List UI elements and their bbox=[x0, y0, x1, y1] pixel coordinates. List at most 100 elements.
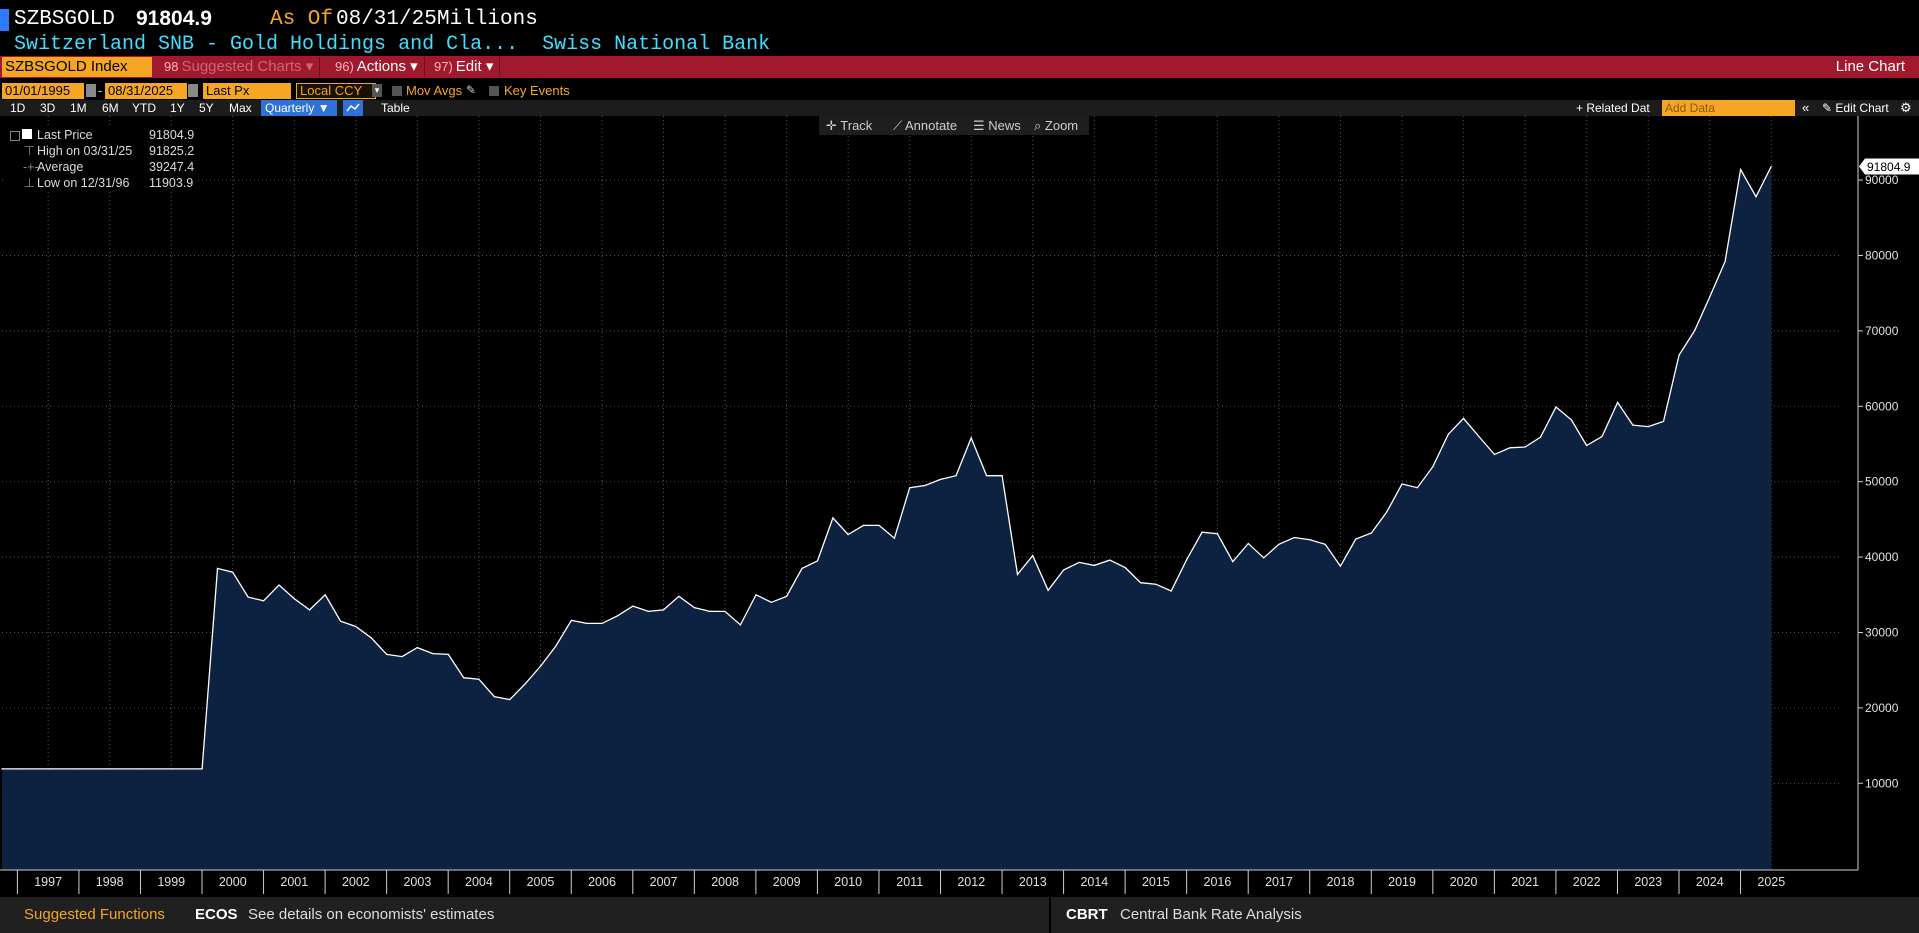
data-point bbox=[1324, 543, 1326, 545]
x-tick-label: 1997 bbox=[34, 875, 62, 889]
ecos-description[interactable]: See details on economists' estimates bbox=[248, 897, 494, 933]
period-6m[interactable]: 6M bbox=[102, 100, 119, 116]
mov-avgs-label[interactable]: Mov Avgs bbox=[406, 83, 462, 99]
x-tick-label: 2004 bbox=[465, 875, 493, 889]
actions-button[interactable]: 96) Actions ▾ bbox=[329, 57, 425, 77]
y-tick-label: 70000 bbox=[1865, 324, 1899, 338]
period-3d[interactable]: 3D bbox=[40, 100, 55, 116]
data-point bbox=[1401, 483, 1403, 485]
start-calendar-icon[interactable] bbox=[86, 84, 96, 97]
data-point bbox=[1339, 565, 1341, 567]
x-tick-label: 2012 bbox=[957, 875, 985, 889]
data-point bbox=[739, 624, 742, 626]
data-point bbox=[232, 571, 234, 573]
edit-chart-label: Edit Chart bbox=[1835, 101, 1889, 115]
data-point bbox=[370, 637, 372, 639]
currency-select[interactable]: Local CCY bbox=[296, 83, 376, 99]
x-tick-label: 2023 bbox=[1634, 875, 1662, 889]
period-1y[interactable]: 1Y bbox=[170, 100, 185, 116]
legend-avg-value: 39247.4 bbox=[149, 160, 195, 174]
data-point bbox=[1586, 444, 1588, 447]
annotate-tool[interactable]: ⟋ Annotate bbox=[893, 116, 957, 135]
period-1d[interactable]: 1D bbox=[10, 100, 25, 116]
high-marker-icon: ⊤ bbox=[24, 144, 35, 158]
edit-chart-button[interactable]: ✎ Edit Chart bbox=[1822, 100, 1889, 116]
track-tool[interactable]: ✛ Track bbox=[826, 116, 872, 135]
x-axis: 1997 1998 1999 2000 2001 2002 2003 2004 2005 2006… bbox=[0, 869, 1859, 896]
cbrt-function-link[interactable]: CBRT bbox=[1066, 897, 1108, 933]
suggested-charts-label: Suggested Charts bbox=[181, 58, 302, 75]
news-tool[interactable]: ☰ News bbox=[973, 116, 1021, 135]
related-data-button[interactable]: + Related Dat bbox=[1576, 100, 1650, 116]
start-date-input[interactable]: 01/01/1995 bbox=[2, 83, 84, 99]
data-point bbox=[1724, 260, 1726, 263]
data-point bbox=[1063, 569, 1065, 571]
news-label: News bbox=[988, 118, 1021, 133]
collapse-icon[interactable]: « bbox=[1802, 100, 1809, 116]
data-point bbox=[16, 768, 19, 770]
data-point bbox=[416, 647, 418, 649]
x-tick-label: 2002 bbox=[342, 875, 370, 889]
period-1m[interactable]: 1M bbox=[70, 100, 87, 116]
data-point bbox=[524, 683, 526, 685]
key-events-checkbox[interactable] bbox=[489, 86, 499, 96]
data-point bbox=[216, 567, 219, 569]
period-max[interactable]: Max bbox=[229, 100, 252, 116]
as-of-date: 08/31/25 bbox=[336, 8, 437, 31]
x-tick-label: 2020 bbox=[1450, 875, 1478, 889]
data-point bbox=[309, 609, 311, 611]
suggested-charts-button[interactable]: 98 Suggested Charts ▾ bbox=[158, 57, 321, 77]
suggested-charts-number: 98 bbox=[164, 59, 179, 74]
y-tick-label: 80000 bbox=[1865, 248, 1899, 262]
data-point bbox=[816, 560, 819, 562]
data-point bbox=[1278, 543, 1280, 545]
data-point bbox=[1478, 435, 1480, 438]
data-point bbox=[678, 595, 680, 597]
mov-avgs-checkbox[interactable] bbox=[392, 86, 402, 96]
pencil-icon[interactable]: ✎ bbox=[466, 83, 476, 97]
table-button[interactable]: Table bbox=[381, 100, 410, 116]
data-point bbox=[1447, 433, 1449, 435]
zoom-label: Zoom bbox=[1044, 118, 1079, 133]
frequency-select[interactable]: Quarterly ▼ bbox=[261, 100, 337, 116]
add-data-input[interactable]: Add Data bbox=[1662, 100, 1795, 116]
data-point bbox=[1601, 435, 1603, 438]
data-point bbox=[986, 475, 988, 477]
y-axis: 10000 20000 30000 40000 50000 60000 70000 80000… bbox=[1857, 116, 1899, 870]
legend-last-value: 91804.9 bbox=[149, 128, 195, 142]
ecos-function-link[interactable]: ECOS bbox=[195, 897, 238, 933]
data-point bbox=[78, 768, 80, 770]
period-ytd[interactable]: YTD bbox=[132, 100, 156, 116]
security-input[interactable]: SZBSGOLD Index bbox=[2, 57, 152, 77]
x-tick-label: 2022 bbox=[1573, 875, 1601, 889]
end-calendar-icon[interactable] bbox=[188, 84, 198, 97]
data-point bbox=[786, 595, 788, 597]
data-point bbox=[1509, 447, 1511, 449]
x-tick-label: 2013 bbox=[1019, 875, 1047, 889]
cbrt-description[interactable]: Central Bank Rate Analysis bbox=[1120, 897, 1302, 933]
field-input[interactable]: Last Px bbox=[203, 83, 291, 99]
gear-icon[interactable]: ⚙ bbox=[1900, 100, 1912, 116]
key-events-label[interactable]: Key Events bbox=[504, 83, 570, 99]
data-point bbox=[940, 478, 942, 480]
data-point bbox=[1201, 531, 1203, 533]
data-point bbox=[1232, 561, 1234, 563]
x-tick-label: 2018 bbox=[1327, 875, 1355, 889]
edit-chart-pencil-icon: ✎ bbox=[1822, 101, 1836, 115]
zoom-tool[interactable]: ⌕ Zoom bbox=[1034, 116, 1078, 135]
data-point bbox=[909, 487, 911, 489]
suggested-functions-label[interactable]: Suggested Functions bbox=[24, 897, 165, 933]
period-5y[interactable]: 5Y bbox=[199, 100, 214, 116]
chart-area[interactable]: 10000 20000 30000 40000 50000 60000 70000 80000… bbox=[0, 116, 1919, 897]
end-date-input[interactable]: 08/31/2025 bbox=[105, 83, 187, 99]
currency-dropdown-icon[interactable]: ▾ bbox=[372, 84, 382, 97]
x-tick-label: 2005 bbox=[527, 875, 555, 889]
line-chart-icon[interactable] bbox=[343, 100, 363, 116]
data-point bbox=[601, 622, 603, 624]
footer-divider bbox=[1049, 897, 1051, 933]
data-point bbox=[447, 653, 449, 656]
data-point bbox=[616, 615, 618, 617]
legend-collapse-icon[interactable] bbox=[10, 131, 20, 141]
data-point bbox=[247, 596, 249, 598]
edit-button[interactable]: 97) Edit ▾ bbox=[428, 57, 501, 77]
